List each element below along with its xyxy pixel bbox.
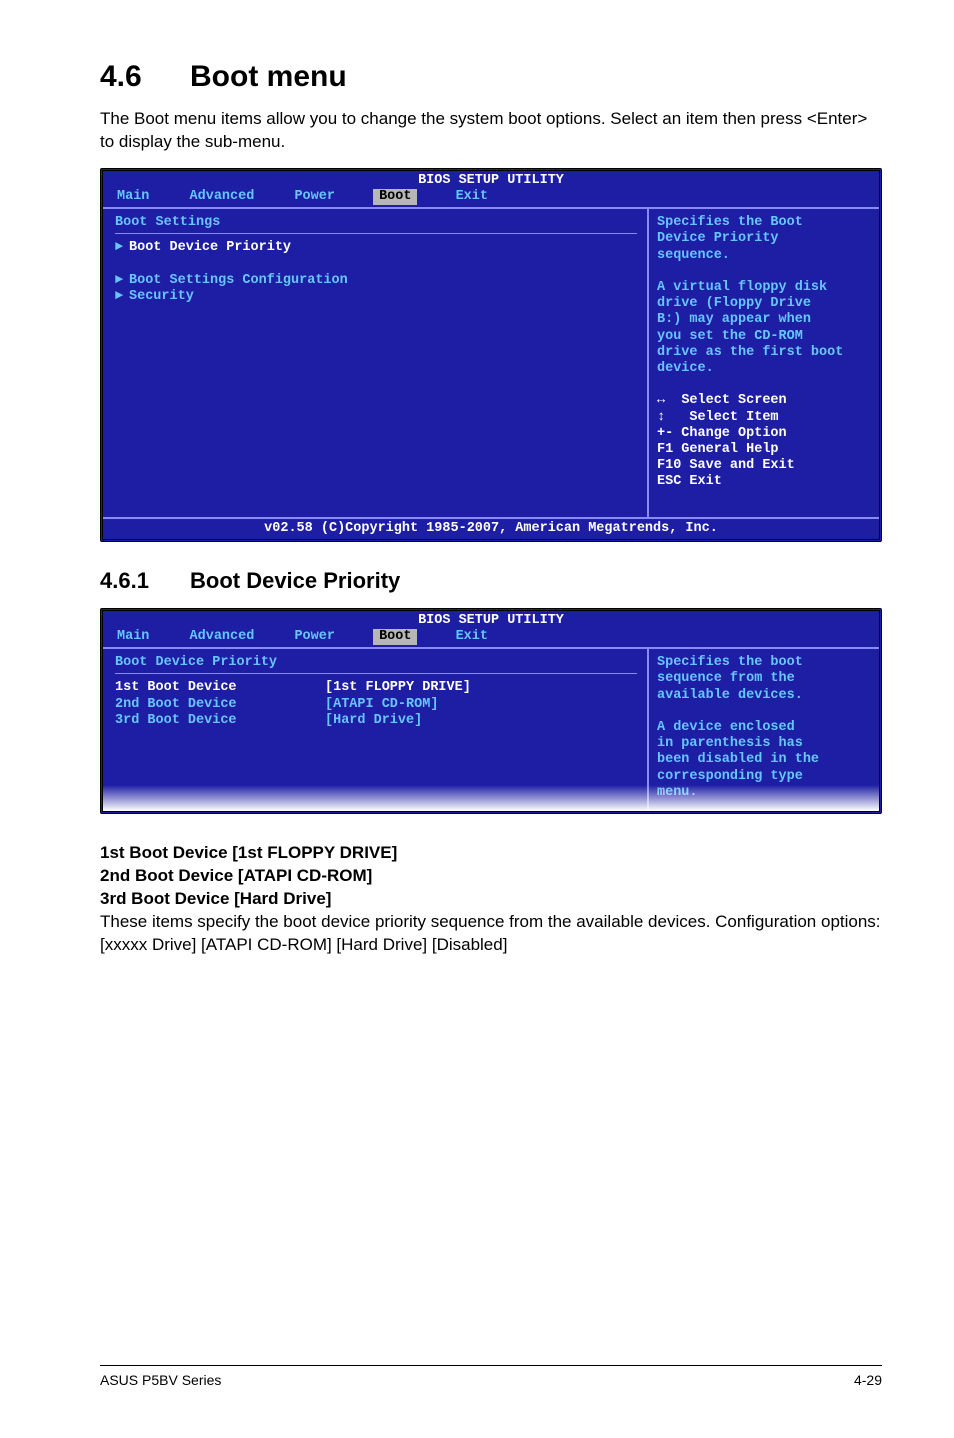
triangle-icon: ► (115, 240, 129, 256)
bios-screen-boot-device-priority: BIOS SETUP UTILITY Main Advanced Power B… (100, 608, 882, 814)
bios-right-pane: Specifies the boot sequence from the ava… (649, 647, 879, 811)
help-line: device. (657, 361, 871, 377)
row-3rd-boot-device[interactable]: 3rd Boot Device[Hard Drive] (115, 713, 637, 729)
row-value: [ATAPI CD-ROM] (325, 697, 438, 712)
row-2nd-boot-device[interactable]: 2nd Boot Device[ATAPI CD-ROM] (115, 697, 637, 713)
help-line: drive as the first boot (657, 345, 871, 361)
arrows-ud-icon: ↕ (657, 410, 665, 425)
section-title: Boot menu (190, 60, 347, 93)
help-line: B:) may appear when (657, 312, 871, 328)
divider (115, 233, 637, 234)
help-line: drive (Floppy Drive (657, 296, 871, 312)
subsection-title: Boot Device Priority (190, 568, 400, 593)
triangle-icon: ► (115, 289, 129, 305)
tab-boot[interactable]: Boot (373, 189, 417, 205)
tab-main[interactable]: Main (115, 629, 151, 645)
option-1st-boot: 1st Boot Device [1st FLOPPY DRIVE] (100, 842, 882, 865)
menu-item-boot-settings-configuration[interactable]: ►Boot Settings Configuration (115, 273, 637, 289)
legend-select-screen: ↔ Select Screen (657, 393, 871, 409)
help-line: been disabled in the (657, 752, 871, 768)
help-line: A device enclosed (657, 720, 871, 736)
option-2nd-boot: 2nd Boot Device [ATAPI CD-ROM] (100, 865, 882, 888)
menu-label: Boot Device Priority (129, 240, 291, 255)
divider (115, 673, 637, 674)
tab-main[interactable]: Main (115, 189, 151, 205)
menu-item-boot-device-priority[interactable]: ►Boot Device Priority (115, 240, 637, 256)
help-line: sequence from the (657, 671, 871, 687)
row-label: 3rd Boot Device (115, 713, 325, 729)
row-label: 1st Boot Device (115, 680, 325, 696)
legend-save-exit: F10 Save and Exit (657, 458, 871, 474)
row-label: 2nd Boot Device (115, 697, 325, 713)
help-line: you set the CD-ROM (657, 329, 871, 345)
bios-title: BIOS SETUP UTILITY (103, 611, 879, 629)
row-value: [Hard Drive] (325, 713, 422, 728)
bios-title: BIOS SETUP UTILITY (103, 171, 879, 189)
bios-screen-boot-settings: BIOS SETUP UTILITY Main Advanced Power B… (100, 168, 882, 542)
boot-settings-heading: Boot Settings (115, 215, 637, 231)
legend-select-item: ↕ Select Item (657, 410, 871, 426)
row-value: [1st FLOPPY DRIVE] (325, 680, 471, 695)
option-3rd-boot: 3rd Boot Device [Hard Drive] (100, 888, 882, 911)
help-line: Device Priority (657, 231, 871, 247)
legend-text: Select Screen (681, 393, 786, 408)
tab-power[interactable]: Power (292, 189, 337, 205)
legend-general-help: F1 General Help (657, 442, 871, 458)
footer-left: ASUS P5BV Series (100, 1372, 221, 1388)
legend-text: Select Item (689, 410, 778, 425)
option-description: These items specify the boot device prio… (100, 911, 882, 957)
tab-exit[interactable]: Exit (454, 629, 490, 645)
bios-tab-bar: Main Advanced Power Boot Exit (103, 629, 879, 647)
arrows-lr-icon: ↔ (657, 393, 665, 408)
bios-copyright: v02.58 (C)Copyright 1985-2007, American … (103, 517, 879, 539)
bios-left-pane: Boot Device Priority 1st Boot Device[1st… (103, 647, 649, 811)
tab-power[interactable]: Power (292, 629, 337, 645)
legend-esc-exit: ESC Exit (657, 474, 871, 490)
menu-label: Security (129, 289, 194, 304)
subsection-heading: 4.6.1Boot Device Priority (100, 568, 882, 594)
help-line: A virtual floppy disk (657, 280, 871, 296)
tab-boot[interactable]: Boot (373, 629, 417, 645)
help-line: available devices. (657, 688, 871, 704)
page-footer: ASUS P5BV Series 4-29 (100, 1365, 882, 1388)
help-line: Specifies the Boot (657, 215, 871, 231)
bios-tab-bar: Main Advanced Power Boot Exit (103, 189, 879, 207)
subsection-number: 4.6.1 (100, 568, 190, 594)
bios-left-pane: Boot Settings ►Boot Device Priority ►Boo… (103, 207, 649, 516)
help-line: corresponding type (657, 769, 871, 785)
help-line: Specifies the boot (657, 655, 871, 671)
help-line: sequence. (657, 248, 871, 264)
intro-paragraph: The Boot menu items allow you to change … (100, 108, 882, 154)
tab-exit[interactable]: Exit (454, 189, 490, 205)
triangle-icon: ► (115, 273, 129, 289)
section-number: 4.6 (100, 60, 190, 94)
footer-right: 4-29 (854, 1372, 882, 1388)
menu-item-security[interactable]: ►Security (115, 289, 637, 305)
row-1st-boot-device[interactable]: 1st Boot Device[1st FLOPPY DRIVE] (115, 680, 637, 696)
help-line: in parenthesis has (657, 736, 871, 752)
bios-right-pane: Specifies the Boot Device Priority seque… (649, 207, 879, 516)
section-heading: 4.6Boot menu (100, 60, 882, 94)
boot-device-priority-heading: Boot Device Priority (115, 655, 637, 671)
tab-advanced[interactable]: Advanced (188, 629, 257, 645)
help-line: menu. (657, 785, 871, 801)
tab-advanced[interactable]: Advanced (188, 189, 257, 205)
menu-label: Boot Settings Configuration (129, 273, 348, 288)
legend-change-option: +- Change Option (657, 426, 871, 442)
